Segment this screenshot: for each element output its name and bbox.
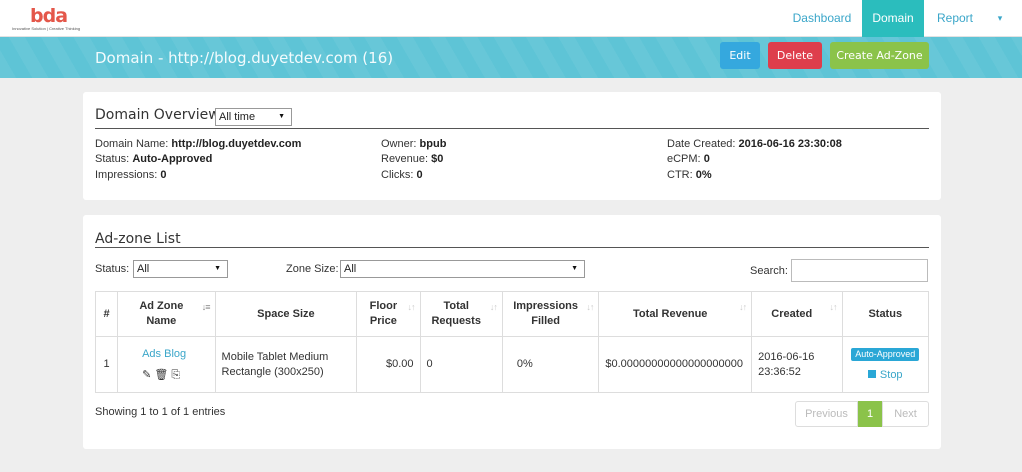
ctr-field: CTR: 0% xyxy=(667,169,712,181)
status-filter-select[interactable]: All ▼ xyxy=(133,260,228,278)
sort-icon: ↓↑ xyxy=(489,302,498,312)
column-header-space-size[interactable]: Space Size xyxy=(214,291,358,337)
row-name-cell: Ads Blog ✎ 🗑 ⎘ xyxy=(117,336,216,393)
edit-icon[interactable]: ✎ xyxy=(142,369,151,381)
time-range-value: All time xyxy=(219,111,256,123)
row-status-cell: Auto-Approved Stop xyxy=(841,336,929,393)
row-num: 1 xyxy=(94,336,119,393)
table-info: Showing 1 to 1 of 1 entries xyxy=(95,406,226,418)
table-row: 1 Ads Blog ✎ 🗑 ⎘ Mobile Tablet Medium Rec… xyxy=(94,336,929,393)
divider xyxy=(95,247,929,248)
pagination-next[interactable]: Next xyxy=(882,401,929,427)
owner-field: Owner: bpub xyxy=(381,138,447,150)
ad-zone-table: # Ad Zone Name ↓≡ Space Size Floor Price ↓↑ … xyxy=(94,291,929,393)
pagination-previous[interactable]: Previous xyxy=(795,401,858,427)
clicks-value: 0 xyxy=(416,169,423,181)
domain-overview-card: Domain Overview All time ▼ Domain Name: h… xyxy=(83,92,941,200)
sort-icon: ↓≡ xyxy=(201,302,211,312)
revenue-value: $0 xyxy=(431,153,444,165)
revenue-field: Revenue: $0 xyxy=(381,153,444,165)
chevron-down-icon[interactable]: ▾ xyxy=(988,0,1012,37)
row-impressions-filled: 0% xyxy=(501,336,600,393)
create-ad-zone-button[interactable]: Create Ad-Zone xyxy=(830,42,929,69)
copy-icon[interactable]: ⎘ xyxy=(171,369,180,381)
column-header-name[interactable]: Ad Zone Name ↓≡ xyxy=(117,291,216,337)
column-header-impressions-filled[interactable]: Impressions Filled ↓↑ xyxy=(501,291,600,337)
select-arrow-icon: ▼ xyxy=(278,113,285,120)
owner-value: bpub xyxy=(419,138,447,150)
impressions-field: Impressions: 0 xyxy=(95,169,167,181)
date-created-value: 2016-06-16 23:30:08 xyxy=(738,138,842,150)
date-created-field: Date Created: 2016-06-16 23:30:08 xyxy=(667,138,842,150)
ad-zone-list-card: Ad-zone List Status: All ▼ Zone Size: All… xyxy=(83,215,941,449)
zone-size-filter-select[interactable]: All ▼ xyxy=(340,260,585,278)
nav-report[interactable]: Report xyxy=(924,0,986,37)
page-title: Domain - http://blog.duyetdev.com (16) xyxy=(95,49,394,67)
sort-icon: ↓↑ xyxy=(829,302,838,312)
clicks-field: Clicks: 0 xyxy=(381,169,423,181)
status-filter-label: Status: xyxy=(95,263,130,275)
top-navbar: bda Innovative Solution | Creative Think… xyxy=(0,0,1022,37)
sort-icon: ↓↑ xyxy=(739,302,747,312)
domain-name-value: http://blog.duyetdev.com xyxy=(171,138,302,150)
brand-logo[interactable]: bda Innovative Solution | Creative Think… xyxy=(12,6,84,32)
zone-size-filter-value: All xyxy=(344,263,357,275)
sort-icon: ↓↑ xyxy=(407,302,416,312)
time-range-select[interactable]: All time ▼ xyxy=(215,108,292,126)
nav-dashboard[interactable]: Dashboard xyxy=(782,0,862,37)
row-total-requests: 0 xyxy=(419,336,503,393)
logo-tagline: Innovative Solution | Creative Thinking xyxy=(12,26,81,31)
row-floor-price: $0.00 xyxy=(356,336,421,393)
status-field: Status: Auto-Approved xyxy=(95,153,213,165)
table-header-row: # Ad Zone Name ↓≡ Space Size Floor Price ↓↑ … xyxy=(94,291,929,337)
ad-zone-list-title: Ad-zone List xyxy=(95,231,181,247)
select-arrow-icon: ▼ xyxy=(571,265,578,272)
stop-icon xyxy=(867,369,876,378)
select-arrow-icon: ▼ xyxy=(214,265,221,272)
sort-icon: ↓↑ xyxy=(586,302,594,312)
row-created: 2016-06-16 23:36:52 xyxy=(751,336,843,393)
ad-zone-name-link[interactable]: Ads Blog xyxy=(142,347,208,362)
ecpm-value: 0 xyxy=(703,153,710,165)
logo-mark: bda xyxy=(30,5,68,27)
column-header-num: # xyxy=(94,291,119,337)
row-total-revenue: $0.00000000000000000000 xyxy=(598,336,753,393)
column-header-status: Status xyxy=(841,291,929,337)
delete-button[interactable]: Delete xyxy=(768,42,822,69)
column-header-created[interactable]: Created ↓↑ xyxy=(751,291,843,337)
row-actions: ✎ 🗑 ⎘ xyxy=(142,368,208,383)
trash-icon[interactable]: 🗑 xyxy=(154,369,168,381)
search-input[interactable] xyxy=(791,259,928,282)
status-filter-value: All xyxy=(137,263,150,275)
zone-size-filter-label: Zone Size: xyxy=(286,263,339,275)
column-header-floor-price[interactable]: Floor Price ↓↑ xyxy=(356,291,421,337)
ecpm-field: eCPM: 0 xyxy=(667,153,710,165)
stop-button[interactable]: Stop xyxy=(849,368,923,383)
ctr-value: 0% xyxy=(695,169,712,181)
status-badge: Auto-Approved xyxy=(851,347,920,361)
edit-button[interactable]: Edit xyxy=(720,42,760,69)
column-header-total-requests[interactable]: Total Requests ↓↑ xyxy=(419,291,503,337)
nav-domain[interactable]: Domain xyxy=(862,0,924,37)
row-space-size: Mobile Tablet Medium Rectangle (300x250) xyxy=(214,336,358,393)
pagination-page-1[interactable]: 1 xyxy=(858,401,882,427)
column-header-total-revenue[interactable]: Total Revenue ↓↑ xyxy=(598,291,753,337)
divider xyxy=(95,128,929,129)
domain-name-field: Domain Name: http://blog.duyetdev.com xyxy=(95,138,302,150)
impressions-value: 0 xyxy=(160,169,167,181)
status-value: Auto-Approved xyxy=(132,153,213,165)
search-label: Search: xyxy=(750,265,788,277)
domain-overview-title: Domain Overview xyxy=(95,107,220,123)
